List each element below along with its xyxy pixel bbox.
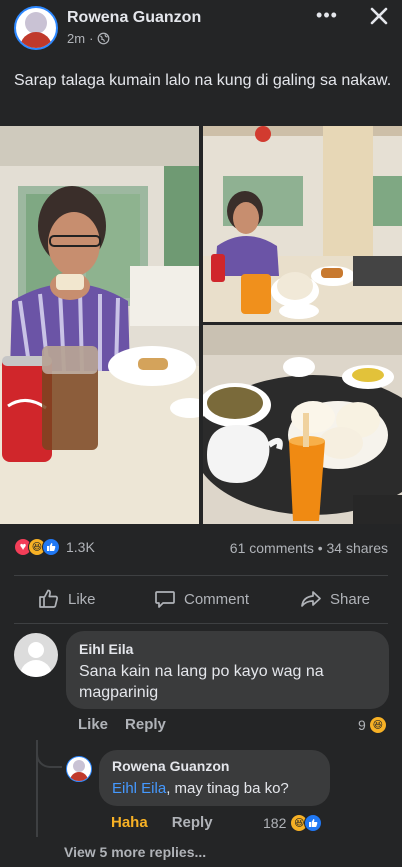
reply-body: , may tinag ba ko? [166, 780, 289, 797]
comment-actions: Like Reply [78, 716, 166, 733]
thread-connector [36, 742, 62, 768]
photo-3[interactable] [203, 325, 402, 524]
commenter-name[interactable]: Eihl Eila [79, 641, 376, 657]
post-meta: 2m · [67, 31, 110, 46]
divider-bottom [14, 623, 388, 624]
reply-text: Eihl Eila, may tinag ba ko? [112, 778, 317, 799]
reply-author-avatar[interactable] [66, 756, 92, 782]
post-header: Rowena Guanzon 2m · ••• [0, 0, 402, 58]
reaction-count[interactable]: 1.3K [66, 539, 95, 555]
thumbs-up-icon [39, 589, 58, 608]
comment-reply-button[interactable]: Reply [125, 716, 166, 733]
comment-share-stats[interactable]: 61 comments • 34 shares [230, 540, 388, 556]
comment-reaction-count: 9 [358, 717, 366, 733]
mention-link[interactable]: Eihl Eila [112, 780, 166, 797]
globe-icon [98, 32, 110, 45]
author-name[interactable]: Rowena Guanzon [67, 9, 201, 27]
comment-reactions[interactable]: 9 😆 [358, 716, 387, 734]
like-label: Like [68, 590, 96, 608]
share-label: Share [330, 590, 371, 608]
reply-reaction-count: 182 [263, 815, 287, 831]
post-actions: Like Comment Share [0, 582, 402, 616]
meta-separator: · [89, 31, 94, 46]
reply-author-name[interactable]: Rowena Guanzon [112, 758, 317, 774]
reply-actions: Haha Reply [111, 814, 213, 831]
like-icon [304, 814, 323, 832]
comment-button[interactable]: Comment [154, 582, 249, 616]
photo-2[interactable] [203, 126, 402, 322]
comment-label: Comment [184, 590, 250, 608]
share-button[interactable]: Share [300, 582, 370, 616]
close-icon[interactable] [366, 3, 392, 29]
post-caption: Sarap talaga kumain lalo na kung di gali… [14, 72, 392, 89]
comment-like-button[interactable]: Like [78, 716, 108, 733]
reply-haha-button[interactable]: Haha [111, 814, 148, 831]
more-options-button[interactable]: ••• [313, 6, 341, 26]
comment-text: Sana kain na lang po kayo wag na magpari… [79, 663, 324, 701]
reply-reactions[interactable]: 182 😆 [263, 814, 323, 832]
reply-reply-button[interactable]: Reply [172, 814, 213, 831]
like-button[interactable]: Like [38, 582, 96, 616]
comment-icon [155, 591, 175, 608]
photo-grid [0, 126, 402, 524]
photo-1[interactable] [0, 126, 199, 524]
like-icon [42, 538, 60, 556]
haha-icon: 😆 [368, 716, 387, 734]
comment-bubble[interactable]: Eihl Eila Sana kain na lang po kayo wag … [66, 631, 389, 709]
share-icon [301, 591, 321, 607]
divider-top [14, 575, 388, 576]
commenter-avatar[interactable] [14, 633, 58, 677]
thread-line [36, 740, 38, 837]
reaction-summary[interactable]: ♥ 😆 1.3K [14, 538, 95, 556]
post-time[interactable]: 2m [67, 31, 85, 46]
reply-bubble[interactable]: Rowena Guanzon Eihl Eila, may tinag ba k… [99, 750, 330, 806]
author-avatar[interactable] [14, 6, 58, 50]
view-more-replies-link[interactable]: View 5 more replies... [64, 844, 206, 860]
